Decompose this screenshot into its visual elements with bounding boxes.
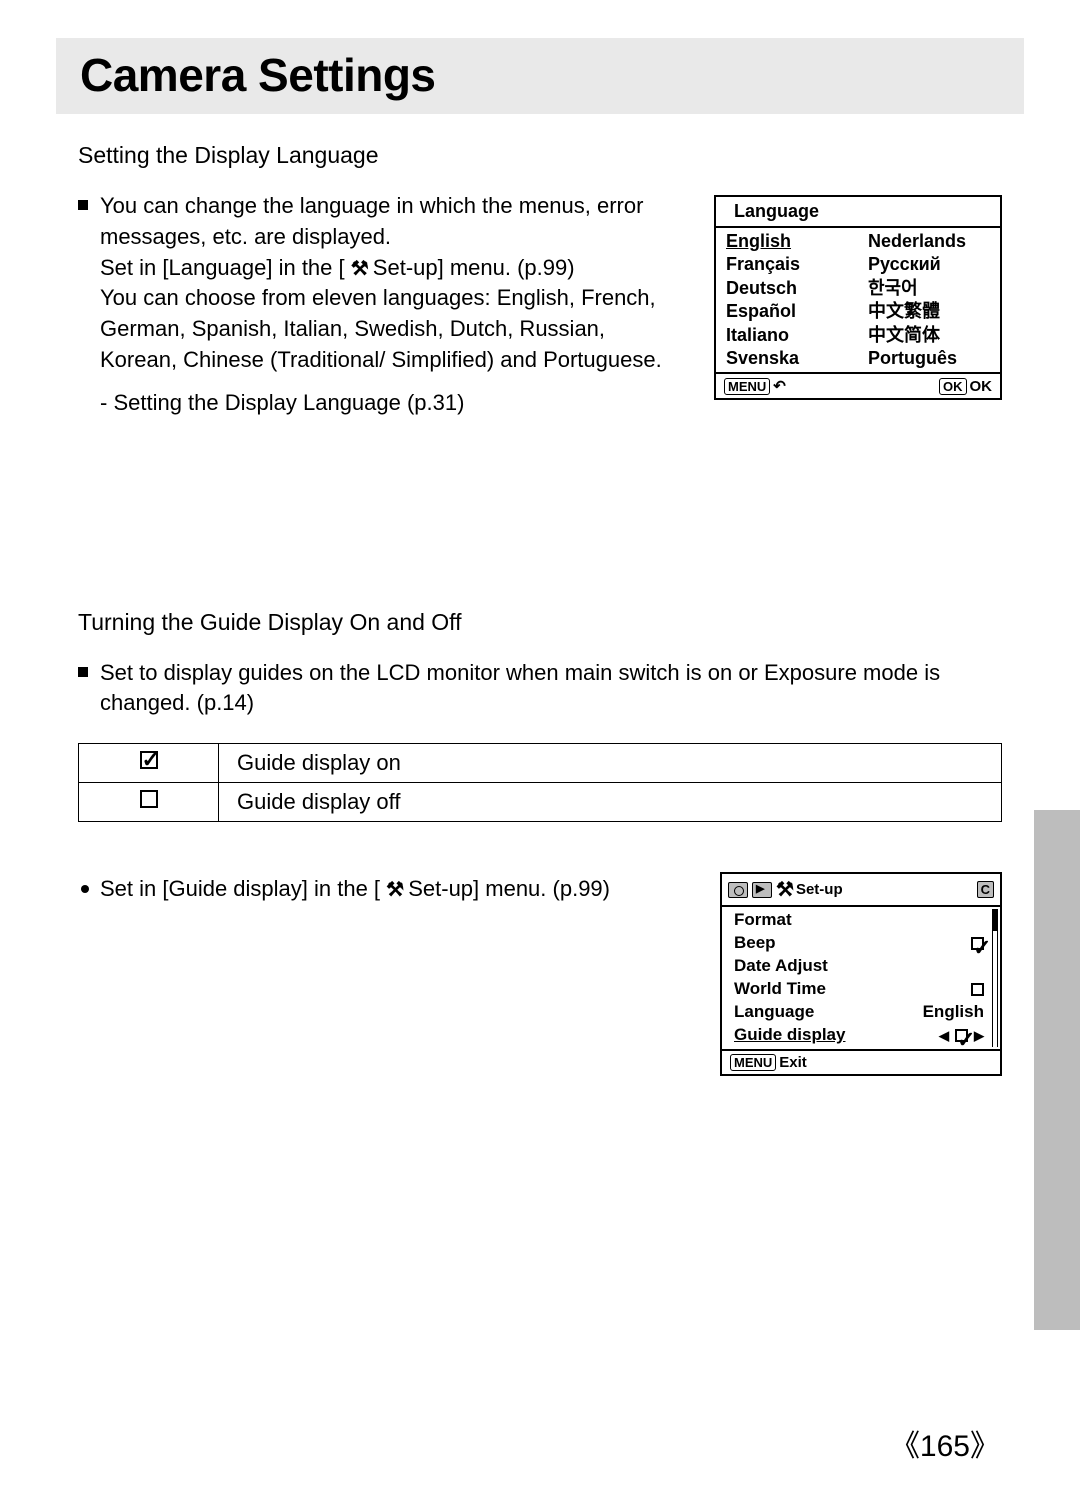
custom-badge[interactable]: C — [977, 881, 994, 898]
section1-description: You can change the language in which the… — [78, 191, 686, 419]
lang-option[interactable]: Italiano — [724, 324, 850, 347]
lang-option[interactable]: Español — [724, 300, 850, 323]
page-side-tab — [1034, 810, 1080, 1330]
lang-option[interactable]: Português — [866, 347, 992, 370]
setup-menu: ⚒ Set-up C Format Beep — [720, 872, 1002, 1076]
section1-heading: Setting the Display Language — [78, 142, 1002, 169]
right-arrow-icon[interactable]: ▶ — [974, 1027, 984, 1045]
lang-option[interactable]: Deutsch — [724, 277, 850, 300]
s2-para1: Set to display guides on the LCD monitor… — [78, 658, 1002, 720]
language-menu: Language English Français Deutsch Españo… — [714, 195, 1002, 400]
ok-button[interactable]: OK OK — [939, 377, 992, 395]
page-title-bar: Camera Settings — [56, 38, 1024, 114]
s1-para2b: Set-up] menu. (p.99) — [367, 255, 575, 280]
s1-subref: - Setting the Display Language (p.31) — [78, 388, 686, 419]
table-row: Guide display off — [79, 783, 1002, 822]
setup-row-guidedisplay[interactable]: Guide display ◀ ▶ — [730, 1024, 998, 1047]
setup-row-language[interactable]: Language English — [730, 1001, 998, 1024]
lang-option[interactable]: English — [724, 230, 850, 253]
left-arrow-icon[interactable]: ◀ — [939, 1027, 949, 1045]
lang-option[interactable]: 中文简体 — [866, 324, 992, 347]
language-col2: Nederlands Русский 한국어 中文繁體 中文简体 Portugu… — [858, 228, 1000, 372]
setup-menu-title: Set-up — [796, 881, 843, 898]
menu-back-button[interactable]: MENU ↶ — [724, 377, 786, 395]
setup-row-dateadjust[interactable]: Date Adjust — [730, 955, 998, 978]
guide-display-table: Guide display on Guide display off — [78, 743, 1002, 822]
lang-option[interactable]: 中文繁體 — [866, 300, 992, 323]
guide-on-label: Guide display on — [219, 744, 1002, 783]
section2-heading: Turning the Guide Display On and Off — [78, 609, 1002, 636]
s1-para2a: Set in [Language] in the [ — [100, 255, 351, 280]
check-icon — [971, 937, 984, 950]
menu-exit-button[interactable]: MENUExit — [730, 1054, 807, 1072]
setup-row-worldtime[interactable]: World Time — [730, 978, 998, 1001]
page-number: 《165》 — [890, 1421, 1000, 1465]
lang-option[interactable]: Svenska — [724, 347, 850, 370]
guide-off-label: Guide display off — [219, 783, 1002, 822]
box-icon — [971, 983, 984, 996]
guide-off-icon — [79, 783, 219, 822]
s1-para3: You can choose from eleven languages: En… — [100, 285, 662, 372]
back-arrow-icon: ↶ — [773, 377, 786, 395]
lang-option[interactable]: Français — [724, 253, 850, 276]
lang-option[interactable]: Русский — [866, 253, 992, 276]
lang-option[interactable]: Nederlands — [866, 230, 992, 253]
setup-menu-tabs: ⚒ Set-up C — [722, 874, 1000, 907]
setup-row-format[interactable]: Format — [730, 909, 998, 932]
capture-tab-icon[interactable] — [728, 882, 748, 898]
guide-on-icon — [79, 744, 219, 783]
setup-icon: ⚒ — [351, 255, 367, 283]
setup-icon: ⚒ — [386, 876, 402, 904]
s1-para1: You can change the language in which the… — [100, 193, 643, 249]
language-col1: English Français Deutsch Español Italian… — [716, 228, 858, 372]
check-icon — [955, 1029, 968, 1042]
setup-tab-icon[interactable]: ⚒ — [776, 877, 792, 902]
menu-scrollbar[interactable] — [992, 909, 998, 1047]
table-row: Guide display on — [79, 744, 1002, 783]
page-title: Camera Settings — [80, 48, 1000, 102]
playback-tab-icon[interactable] — [752, 882, 772, 898]
setup-row-beep[interactable]: Beep — [730, 932, 998, 955]
s2-para2: Set in [Guide display] in the [ ⚒ Set-up… — [78, 874, 692, 905]
language-menu-title: Language — [716, 197, 1000, 228]
lang-option[interactable]: 한국어 — [866, 277, 992, 300]
